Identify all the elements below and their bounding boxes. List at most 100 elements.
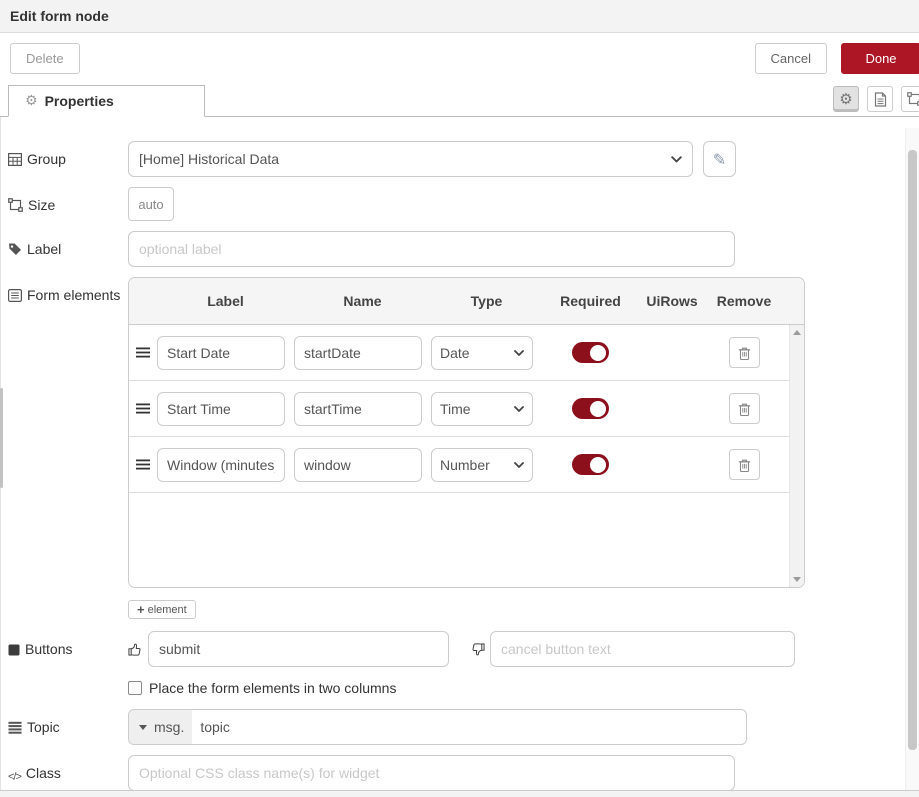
trash-icon [738,402,751,416]
trash-icon [738,346,751,360]
buttons-label: Buttons [8,631,128,659]
square-icon [8,644,20,656]
element-name-input[interactable] [294,336,422,370]
form-elements-label: Form elements [8,277,128,305]
class-row: </>Class [8,755,919,791]
toggle-knob [590,345,606,361]
two-columns-row: Place the form elements in two columns [128,680,919,696]
editor-tabbar: ⚙ Properties ⚙ [0,83,919,117]
delete-button[interactable]: Delete [10,43,80,74]
required-toggle[interactable] [572,454,609,475]
class-label: </>Class [8,755,128,785]
topic-label: Topic [8,709,128,737]
table-icon [8,153,22,166]
buttons-row: Buttons [8,631,919,667]
size-row: Size auto [8,187,919,221]
form-element-row: Number [129,437,789,493]
size-button[interactable]: auto [128,187,174,221]
form-element-row: Date [129,325,789,381]
col-header-name: Name [294,293,431,309]
element-label-input[interactable] [157,448,285,482]
col-header-type: Type [431,293,542,309]
trash-icon [738,458,751,472]
topic-value-input[interactable]: topic [192,710,230,744]
add-element-button[interactable]: + element [128,600,196,619]
topic-type-button[interactable]: msg. [129,710,192,744]
dialog-toolbar: Delete Cancel Done [0,33,919,83]
table-scrollbar[interactable] [789,325,804,587]
edit-group-button[interactable]: ✎ [703,141,736,177]
col-header-remove: Remove [705,293,783,309]
page-scrollbar[interactable] [905,128,919,790]
element-type-select[interactable]: Date [431,336,533,370]
topic-type-prefix: msg. [154,719,184,735]
pencil-icon: ✎ [713,150,726,169]
thumbs-down-icon [470,642,485,657]
list-icon [8,721,22,734]
topic-typed-input: msg. topic [128,709,747,745]
document-icon [874,92,887,107]
element-name-input[interactable] [294,448,422,482]
page-scrollbar-thumb[interactable] [908,150,917,750]
caret-down-icon [139,725,147,730]
tabbar-icon-buttons: ⚙ [833,86,919,112]
toggle-knob [590,457,606,473]
node-label-input[interactable] [128,231,735,267]
object-group-icon [8,198,23,212]
chevron-down-icon [514,462,524,468]
submit-button-text-input[interactable] [148,631,449,667]
element-type-value: Date [440,345,470,361]
element-label-input[interactable] [157,336,285,370]
css-class-input[interactable] [128,755,735,791]
drag-handle-icon[interactable] [129,459,157,470]
tag-icon [8,242,22,256]
toggle-knob [590,401,606,417]
properties-view-button[interactable]: ⚙ [833,86,859,112]
col-header-uirows: UiRows [639,293,705,309]
group-select-value: [Home] Historical Data [139,151,279,167]
element-type-select[interactable]: Time [431,392,533,426]
gear-icon: ⚙ [25,94,38,108]
thumbs-up-icon [128,642,143,657]
footer-strip [0,790,919,797]
col-header-label: Label [157,293,294,309]
scroll-down-icon[interactable] [793,577,801,582]
label-row: Label [8,231,919,267]
element-type-value: Number [440,457,490,473]
element-label-input[interactable] [157,392,285,426]
code-icon: </> [8,770,21,785]
scroll-up-icon[interactable] [793,330,801,335]
topic-row: Topic msg. topic [8,709,919,745]
properties-form: Group [Home] Historical Data ✎ Size a [0,117,919,791]
label-label: Label [8,231,128,259]
remove-element-button[interactable] [729,337,760,368]
form-elements-list: Date Time [129,325,804,587]
cancel-button-text-input[interactable] [490,631,795,667]
element-type-select[interactable]: Number [431,448,533,482]
required-toggle[interactable] [572,398,609,419]
description-view-button[interactable] [867,86,893,112]
drag-handle-icon[interactable] [129,403,157,414]
two-columns-checkbox[interactable] [128,681,142,695]
two-columns-label: Place the form elements in two columns [149,680,396,696]
dialog-title: Edit form node [10,8,109,24]
tray-resize-grip[interactable] [0,388,3,488]
required-toggle[interactable] [572,342,609,363]
form-elements-header: Label Name Type Required UiRows Remove [129,278,804,325]
cancel-button[interactable]: Cancel [755,43,827,74]
object-group-icon [907,92,919,106]
done-button[interactable]: Done [841,43,919,74]
remove-element-button[interactable] [729,449,760,480]
form-elements-table: Label Name Type Required UiRows Remove D… [128,277,805,588]
chevron-down-icon [514,350,524,356]
element-name-input[interactable] [294,392,422,426]
tab-properties[interactable]: ⚙ Properties [8,85,205,117]
remove-element-button[interactable] [729,393,760,424]
appearance-view-button[interactable] [901,86,919,112]
drag-handle-icon[interactable] [129,347,157,358]
list-alt-icon [8,289,22,302]
size-label: Size [8,187,128,215]
form-element-row: Time [129,381,789,437]
col-header-required: Required [542,293,639,309]
group-select[interactable]: [Home] Historical Data [128,141,693,177]
